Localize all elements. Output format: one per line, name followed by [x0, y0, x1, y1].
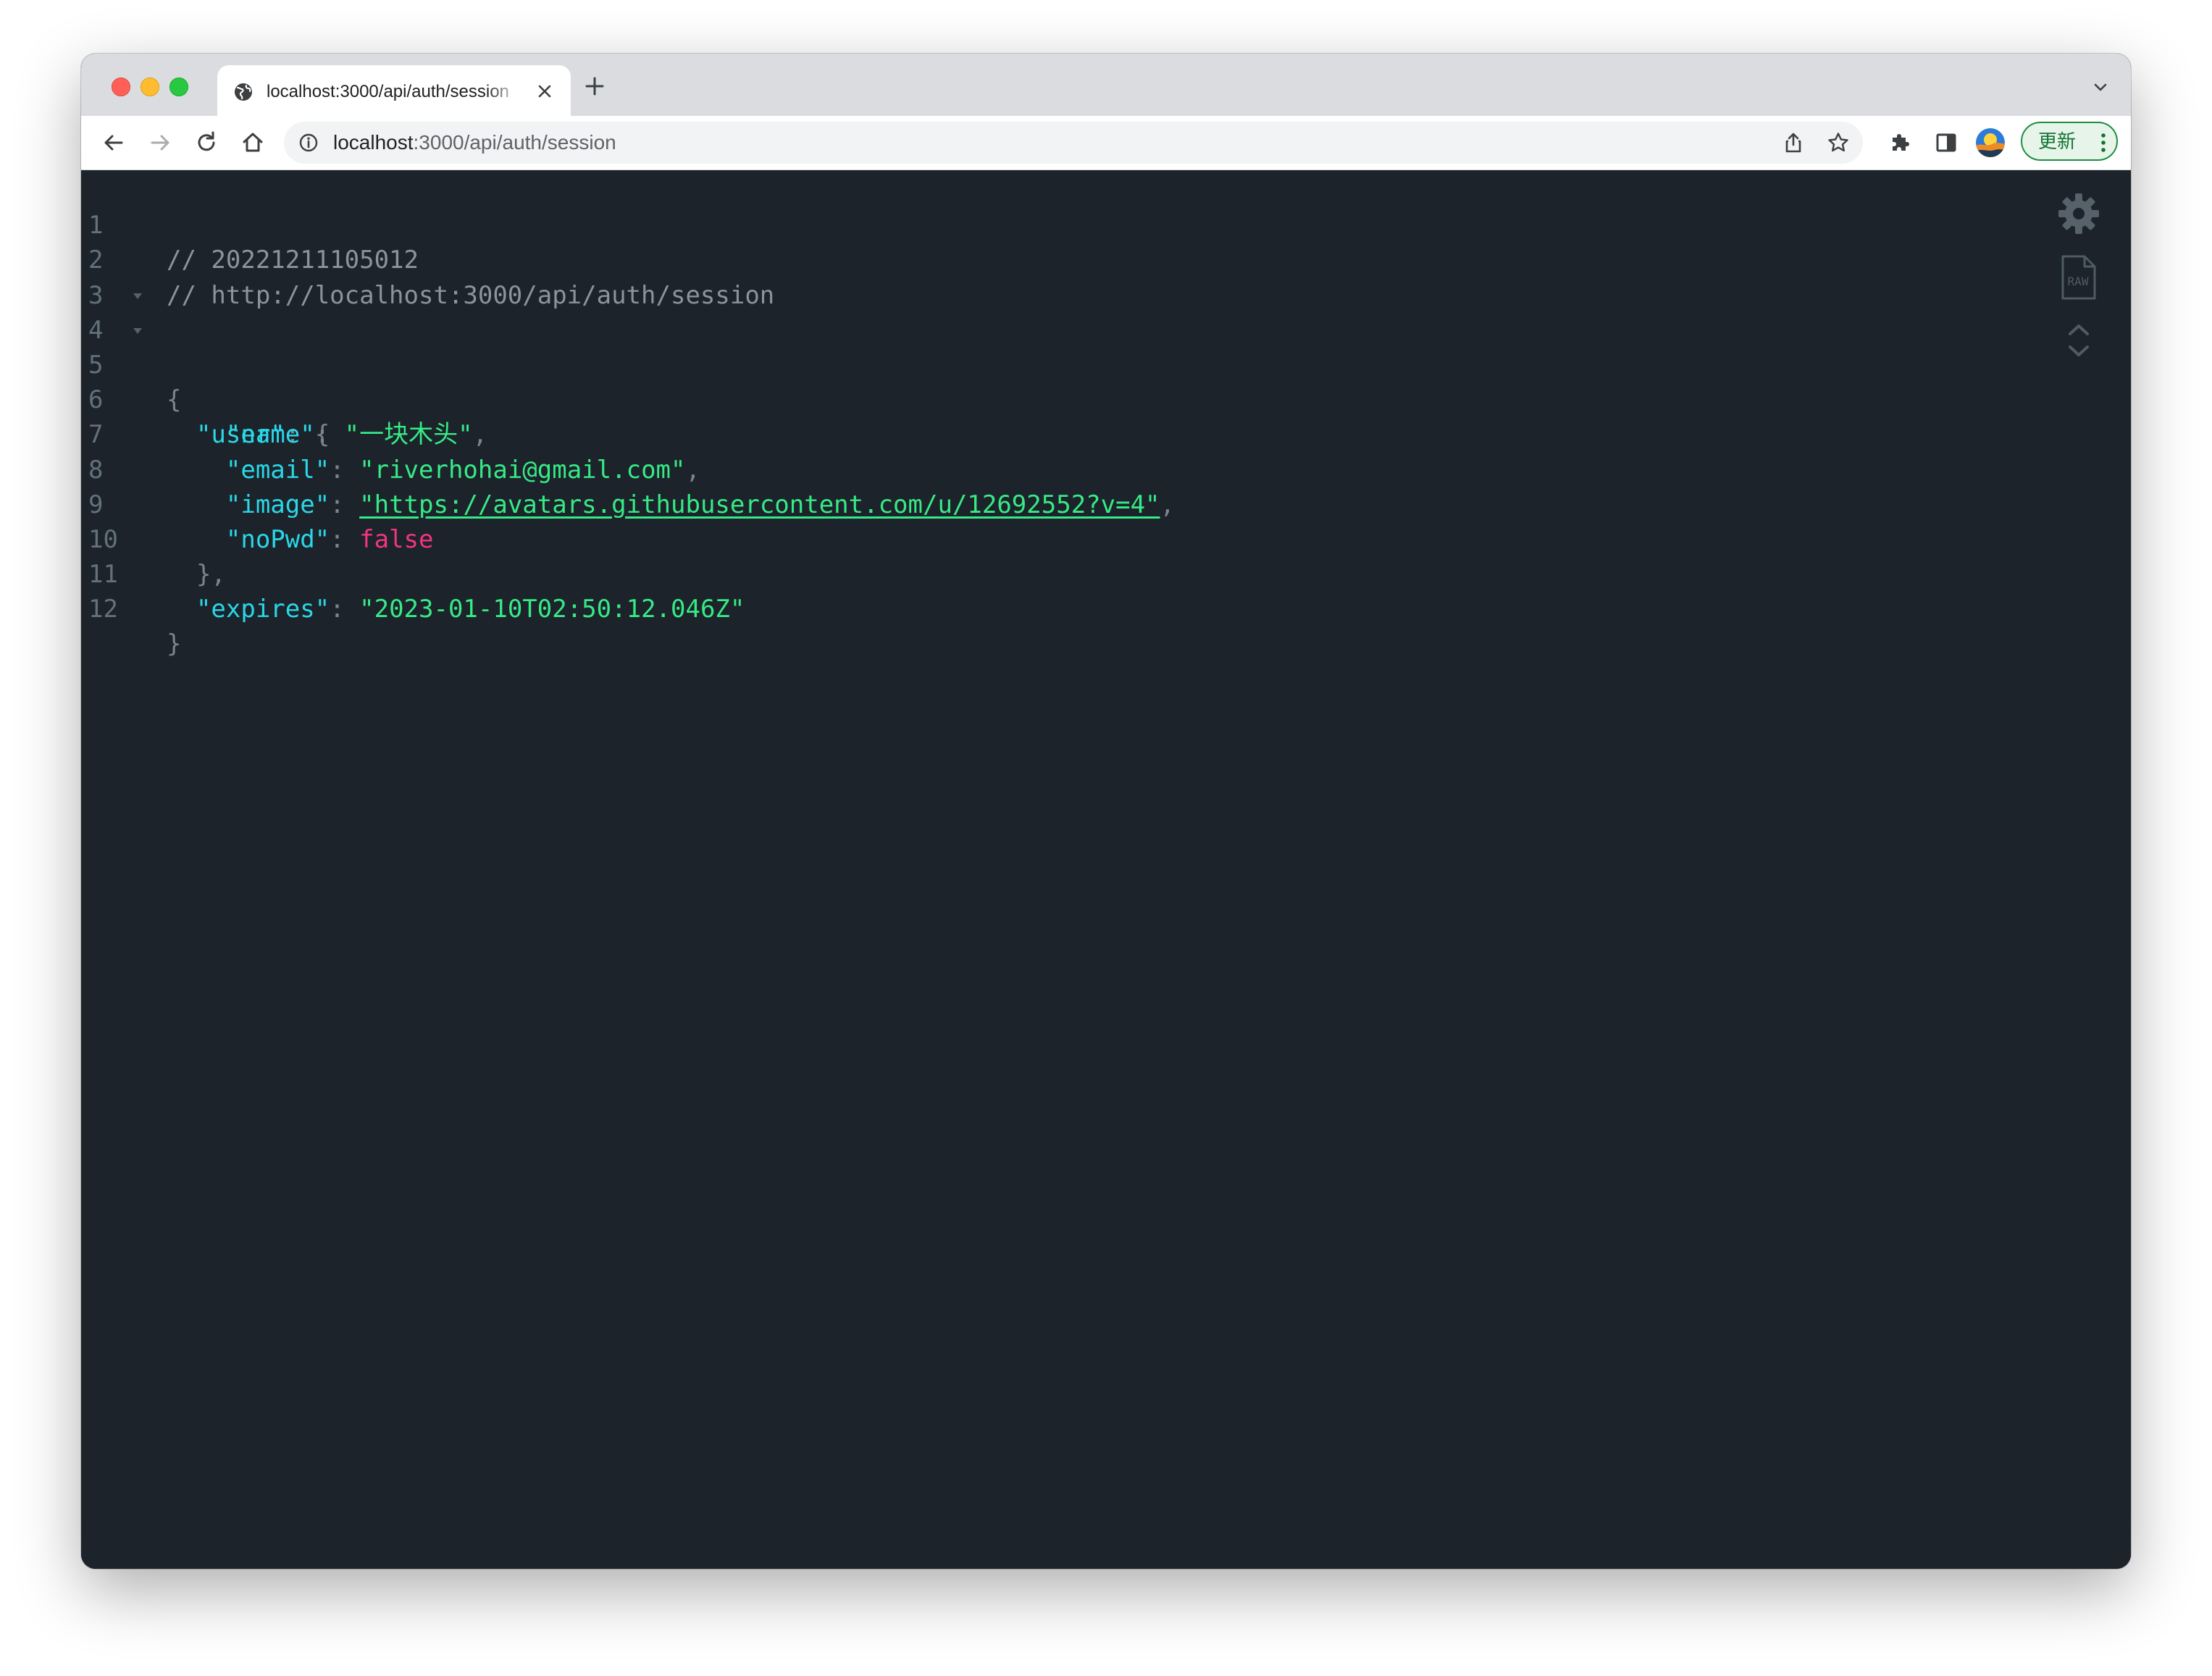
code-line: 8 "image": "https://avatars.githubuserco…	[81, 417, 1175, 519]
tab-strip: localhost:3000/api/auth/session	[81, 54, 2131, 116]
json-string-value: "一块木头"	[344, 420, 473, 450]
json-entry: "name": "一块木头",	[167, 417, 487, 452]
browser-toolbar: localhost:3000/api/auth/session 更新	[81, 116, 2131, 170]
active-tab[interactable]: localhost:3000/api/auth/session	[217, 65, 571, 116]
star-icon[interactable]	[1827, 131, 1850, 154]
more-vertical-icon	[2101, 133, 2106, 152]
minimize-window-button[interactable]	[141, 77, 159, 96]
address-bar[interactable]: localhost:3000/api/auth/session	[284, 122, 1863, 164]
gear-icon[interactable]	[2057, 192, 2100, 235]
json-key: "noPwd"	[225, 524, 330, 554]
json-colon: :	[330, 524, 360, 554]
json-comma: ,	[472, 420, 488, 450]
update-button-label: 更新	[2038, 131, 2077, 153]
json-key: "name"	[225, 420, 315, 450]
json-boolean-value: false	[359, 524, 434, 554]
image-url-link[interactable]: "https://avatars.githubusercontent.com/u…	[359, 490, 1160, 519]
json-code: 1 // 20221211105012 2 // http://localhos…	[81, 173, 1175, 658]
comment-timestamp: // 20221211105012	[167, 246, 419, 275]
share-icon[interactable]	[1782, 131, 1805, 154]
raw-label: RAW	[2067, 275, 2089, 288]
code-line: 7 "email": "riverhohai@gmail.com",	[81, 382, 700, 484]
json-colon: :	[314, 420, 345, 450]
raw-button[interactable]: RAW	[2060, 254, 2098, 301]
code-line: 9 "noPwd": false	[81, 453, 434, 554]
close-window-button[interactable]	[112, 77, 130, 96]
close-brace: },	[196, 560, 226, 590]
code-line: 3	[81, 243, 200, 310]
json-colon: :	[330, 455, 360, 485]
globe-icon	[235, 83, 252, 101]
viewer-toolbar: RAW	[2057, 170, 2100, 387]
code-line: 5 "user": {	[81, 313, 330, 449]
arrow-left-icon[interactable]	[101, 130, 126, 155]
line-number: 12	[88, 595, 118, 624]
close-brace: }	[167, 629, 182, 659]
json-comma: ,	[685, 455, 700, 485]
info-icon[interactable]	[298, 133, 319, 153]
json-entry: "noPwd": false	[167, 522, 434, 557]
url-text[interactable]: localhost:3000/api/auth/session	[333, 130, 616, 155]
json-entry: "email": "riverhohai@gmail.com",	[167, 453, 700, 487]
arrow-right-icon[interactable]	[148, 130, 172, 155]
code-line: 1 // 20221211105012	[81, 173, 419, 275]
url-host: localhost	[333, 131, 414, 154]
code-line: 6 "name": "一块木头",	[81, 348, 487, 449]
json-colon: :	[330, 595, 360, 624]
update-button[interactable]: 更新	[2021, 122, 2118, 161]
home-icon[interactable]	[240, 130, 265, 155]
side-panel-icon[interactable]	[1934, 130, 1958, 155]
json-comma: ,	[1160, 490, 1175, 519]
json-string-value: "2023-01-10T02:50:12.046Z"	[359, 595, 745, 624]
plus-icon[interactable]	[584, 75, 606, 97]
json-key: "image"	[225, 490, 330, 519]
json-key: "email"	[225, 455, 330, 485]
fold-toggle-icon[interactable]	[132, 292, 143, 301]
url-path: :3000/api/auth/session	[413, 131, 616, 154]
chevron-down-icon[interactable]	[2092, 78, 2109, 96]
comment-url: // http://localhost:3000/api/auth/sessio…	[167, 280, 775, 310]
profile-avatar-icon	[1976, 128, 2005, 157]
code-line: 2 // http://localhost:3000/api/auth/sess…	[81, 208, 774, 309]
code-line: 4 {	[81, 278, 200, 414]
json-viewer: 1 // 20221211105012 2 // http://localhos…	[81, 170, 2131, 1569]
chevron-up-icon[interactable]	[2067, 322, 2090, 337]
fold-toggle-icon[interactable]	[132, 327, 143, 335]
reload-icon[interactable]	[194, 130, 219, 155]
maximize-window-button[interactable]	[169, 77, 188, 96]
chevron-down-icon[interactable]	[2067, 344, 2090, 359]
json-string-value: "riverhohai@gmail.com"	[359, 455, 686, 485]
avatar[interactable]	[1976, 128, 2005, 157]
tab-title: localhost:3000/api/auth/session	[267, 82, 509, 101]
close-icon[interactable]	[536, 83, 553, 100]
json-entry: "expires": "2023-01-10T02:50:12.046Z"	[167, 592, 745, 627]
json-colon: :	[330, 490, 360, 519]
code-line: 12 }	[81, 557, 200, 658]
browser-window: localhost:3000/api/auth/session localhos…	[81, 54, 2131, 1569]
code-line: 10 },	[81, 487, 226, 589]
json-key: "expires"	[196, 595, 330, 624]
puzzle-icon[interactable]	[1888, 130, 1912, 155]
json-entry: "image": "https://avatars.githubusercont…	[167, 487, 1175, 522]
code-line: 11 "expires": "2023-01-10T02:50:12.046Z"	[81, 522, 745, 624]
